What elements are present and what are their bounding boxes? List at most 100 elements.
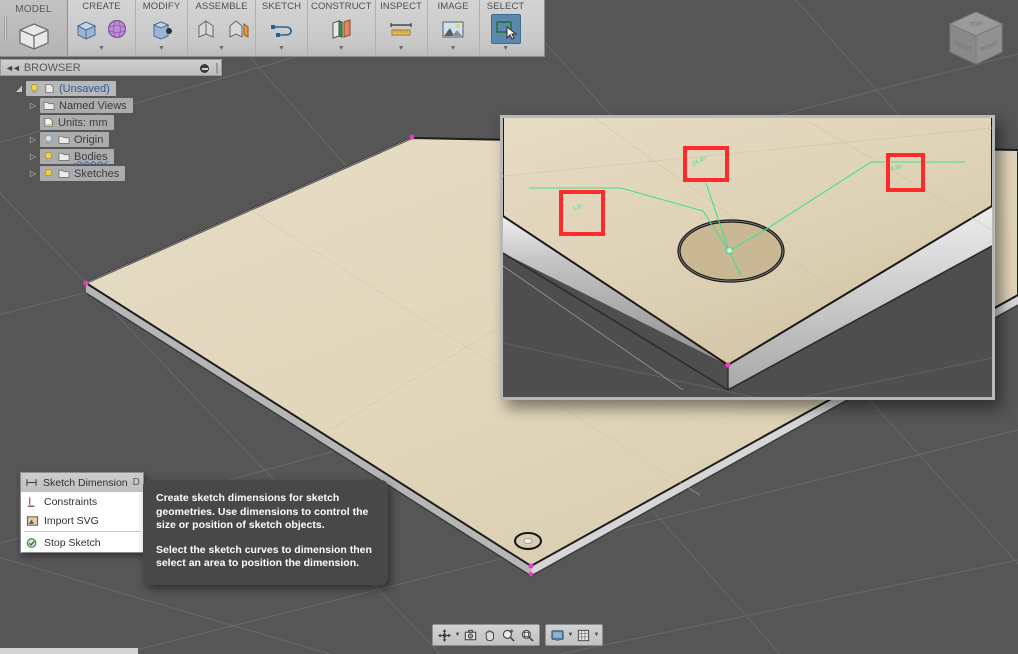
tree-item-bodies[interactable]: ▷ Bodies (0, 148, 222, 165)
inset-canvas: 1.8 24.40 4.80 (503, 118, 992, 397)
tree-item-origin[interactable]: ▷ Origin (0, 131, 222, 148)
document-icon (45, 83, 54, 94)
workspace-tab-model[interactable]: MODEL (0, 0, 68, 56)
group-label-construct: CONSTRUCT (311, 1, 372, 12)
sketch-context-menu: Sketch Dimension D Constraints Import SV… (20, 472, 144, 553)
display-dropdown-caret[interactable]: ▼ (567, 632, 574, 638)
stop-sketch-icon (25, 536, 39, 550)
panel-options-icon[interactable] (200, 64, 209, 73)
select-dropdown-caret[interactable]: ▼ (483, 44, 529, 55)
menu-item-import-svg[interactable]: Import SVG (21, 511, 143, 530)
tree-item-named-views[interactable]: ▷ Named Views (0, 97, 222, 114)
tree-label-unsaved: (Unsaved) (59, 82, 110, 95)
toolbar-group-construct: CONSTRUCT ▼ (308, 0, 376, 56)
twisty-collapsed-icon[interactable]: ▷ (26, 169, 40, 178)
create-dropdown-caret[interactable]: ▼ (71, 44, 132, 55)
nav-group-primary: ▼ (432, 624, 540, 646)
grid-dropdown-caret[interactable]: ▼ (593, 632, 600, 638)
import-svg-icon (25, 514, 39, 528)
menu-item-stop-sketch[interactable]: Stop Sketch (21, 533, 143, 552)
menu-item-sketch-dimension[interactable]: Sketch Dimension D (21, 473, 143, 492)
tree-item-units[interactable]: Units: mm (0, 114, 222, 131)
group-label-assemble: ASSEMBLE (195, 1, 248, 12)
tree-label-origin: Origin (74, 133, 104, 146)
sketch-spline-icon[interactable] (267, 14, 297, 44)
tree-label-bodies: Bodies (74, 150, 108, 163)
tooltip-paragraph-1: Create sketch dimensions for sketch geom… (156, 492, 369, 531)
workspace-tab-label: MODEL (15, 4, 52, 15)
create-sphere-icon[interactable] (102, 14, 132, 44)
twisty-collapsed-icon[interactable]: ▷ (26, 101, 40, 110)
construct-plane-icon[interactable] (326, 14, 356, 44)
group-label-create: CREATE (82, 1, 121, 12)
as-built-joint-icon[interactable] (222, 14, 252, 44)
dimension-icon (25, 476, 38, 490)
menu-separator (24, 531, 140, 532)
group-label-image: IMAGE (437, 1, 469, 12)
twisty-expanded-icon[interactable]: ◢ (12, 84, 26, 93)
toolbar-group-create: CREATE ▼ (68, 0, 136, 56)
menu-label-stop-sketch: Stop Sketch (44, 536, 101, 549)
image-dropdown-caret[interactable]: ▼ (431, 44, 476, 55)
group-label-sketch: SKETCH (261, 1, 302, 12)
toolbar-group-sketch: SKETCH ▼ (256, 0, 308, 56)
group-label-select: SELECT (486, 1, 525, 12)
folder-icon (58, 169, 70, 178)
select-window-icon[interactable] (490, 14, 521, 44)
fit-icon[interactable] (518, 626, 537, 645)
tree-label-units: Units: mm (58, 116, 108, 129)
status-bar-strip (0, 648, 138, 654)
toolbar-group-assemble: ASSEMBLE ▼ (188, 0, 256, 56)
twisty-collapsed-icon[interactable]: ▷ (26, 135, 40, 144)
tree-label-sketches: Sketches (74, 167, 120, 180)
menu-shortcut-sketch-dimension: D (132, 477, 140, 488)
panel-resize-handle[interactable] (216, 63, 218, 74)
viewcube-top-label[interactable]: TOP (970, 22, 982, 28)
measure-ruler-icon[interactable] (386, 14, 416, 44)
toolbar-group-inspect: INSPECT ▼ (376, 0, 428, 56)
menu-label-import-svg: Import SVG (44, 514, 99, 527)
collapse-left-icon[interactable]: ◄◄ (5, 63, 21, 73)
nav-group-display: ▼ ▼ (545, 624, 603, 646)
navigation-bar: ▼ ▼ ▼ (432, 624, 603, 646)
light-bulb-icon[interactable] (43, 134, 54, 145)
twisty-collapsed-icon[interactable]: ▷ (26, 152, 40, 161)
tree-item-unsaved[interactable]: ◢ (Unsaved) (0, 80, 222, 97)
press-pull-icon[interactable] (147, 14, 177, 44)
browser-title: BROWSER (23, 61, 81, 74)
create-box-icon[interactable] (71, 14, 101, 44)
joint-icon[interactable] (191, 14, 221, 44)
menu-item-constraints[interactable]: Constraints (21, 492, 143, 511)
orbit-dropdown-caret[interactable]: ▼ (454, 632, 461, 638)
magnified-corner-view: 1.8 24.40 4.80 (500, 115, 995, 400)
zoom-icon[interactable] (499, 626, 518, 645)
view-cube[interactable]: TOP FRONT RIGHT (940, 4, 1012, 76)
cad-application-window: TOP FRONT RIGHT 1.8 24.40 4.80 MODEL CRE… (0, 0, 1018, 654)
display-settings-icon[interactable] (548, 626, 567, 645)
folder-bodies-icon (58, 152, 70, 161)
look-at-icon[interactable] (461, 626, 480, 645)
toolbar-grip[interactable] (4, 16, 7, 40)
grid-snaps-icon[interactable] (574, 626, 593, 645)
toolbar-group-image: IMAGE ▼ (428, 0, 480, 56)
browser-header: ◄◄ BROWSER (0, 59, 222, 76)
modify-dropdown-caret[interactable]: ▼ (139, 44, 184, 55)
orbit-icon[interactable] (435, 626, 454, 645)
menu-label-sketch-dimension: Sketch Dimension (43, 476, 128, 489)
inspect-dropdown-caret[interactable]: ▼ (379, 44, 424, 55)
canvas-image-icon[interactable] (438, 14, 468, 44)
light-bulb-icon[interactable] (43, 151, 54, 162)
light-bulb-icon[interactable] (29, 83, 40, 94)
units-doc-icon (44, 117, 53, 128)
model-cube-icon (18, 23, 49, 50)
tree-item-sketches[interactable]: ▷ Sketches (0, 165, 222, 182)
context-menu-wrapper: Create sketch dimensions for sketch geom… (20, 472, 388, 585)
light-bulb-icon[interactable] (43, 168, 54, 179)
assemble-dropdown-caret[interactable]: ▼ (191, 44, 252, 55)
menu-label-constraints: Constraints (44, 495, 98, 508)
construct-dropdown-caret[interactable]: ▼ (311, 44, 372, 55)
sketch-dropdown-caret[interactable]: ▼ (259, 44, 304, 55)
folder-icon (43, 101, 55, 110)
toolbar-group-select: SELECT ▼ (480, 0, 532, 56)
pan-hand-icon[interactable] (480, 626, 499, 645)
